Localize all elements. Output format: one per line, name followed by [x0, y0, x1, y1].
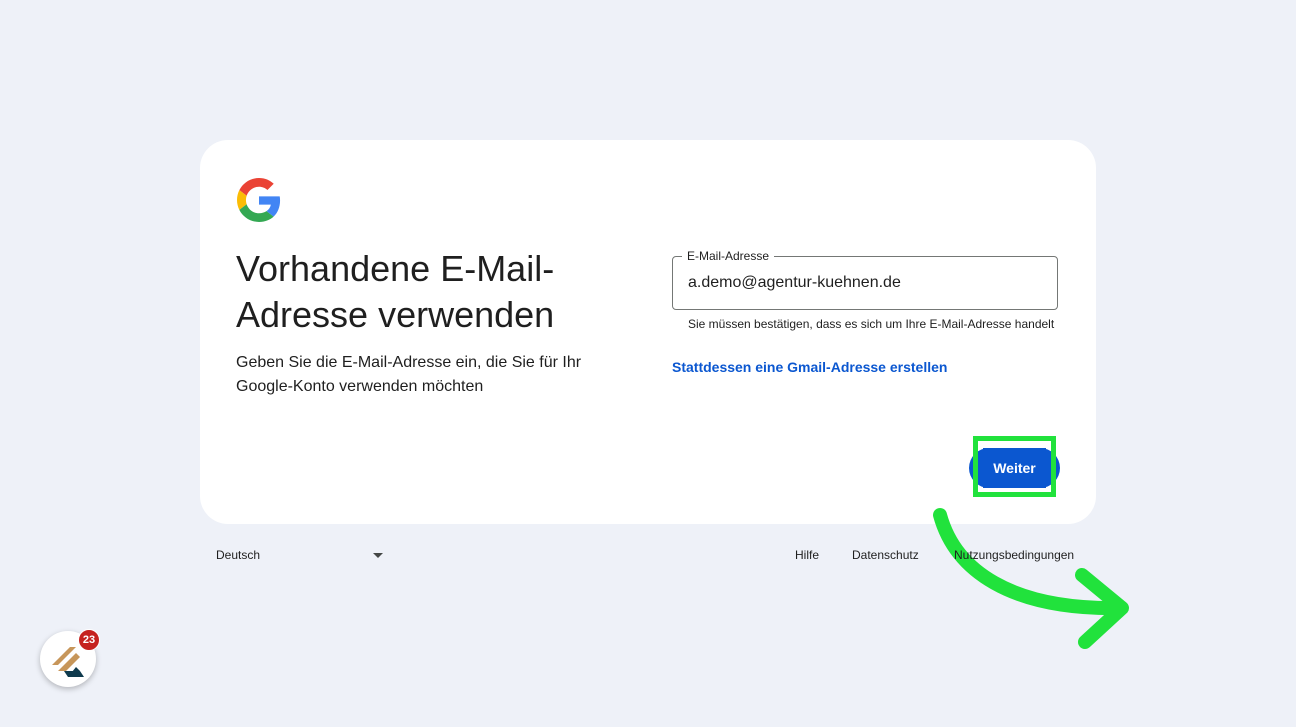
- extension-notification-badge: 23: [78, 629, 100, 651]
- page: Vorhandene E-Mail-Adresse verwenden Gebe…: [0, 0, 1296, 727]
- email-input[interactable]: [673, 257, 1057, 309]
- email-field[interactable]: E-Mail-Adresse: [672, 248, 1058, 310]
- page-subtitle: Geben Sie die E-Mail-Adresse ein, die Si…: [236, 354, 582, 395]
- next-button[interactable]: Weiter: [983, 448, 1046, 488]
- dropdown-caret-icon[interactable]: [373, 553, 383, 558]
- annotation-arrow-icon: [933, 508, 1129, 649]
- page-title: Vorhandene E-Mail-Adresse verwenden: [236, 248, 555, 335]
- footer-link-help[interactable]: Hilfe: [795, 548, 819, 562]
- footer: Deutsch Hilfe Datenschutz Nutzungsbeding…: [200, 544, 1096, 568]
- google-logo-icon: [237, 178, 281, 222]
- language-selector[interactable]: Deutsch: [216, 548, 260, 562]
- footer-link-privacy[interactable]: Datenschutz: [852, 548, 919, 562]
- create-gmail-link[interactable]: Stattdessen eine Gmail-Adresse erstellen: [672, 358, 947, 376]
- footer-link-terms[interactable]: Nutzungsbedingungen: [954, 548, 1074, 562]
- signin-card: Vorhandene E-Mail-Adresse verwenden Gebe…: [200, 140, 1129, 649]
- email-helper-text: Sie müssen bestätigen, dass es sich um I…: [688, 317, 1055, 331]
